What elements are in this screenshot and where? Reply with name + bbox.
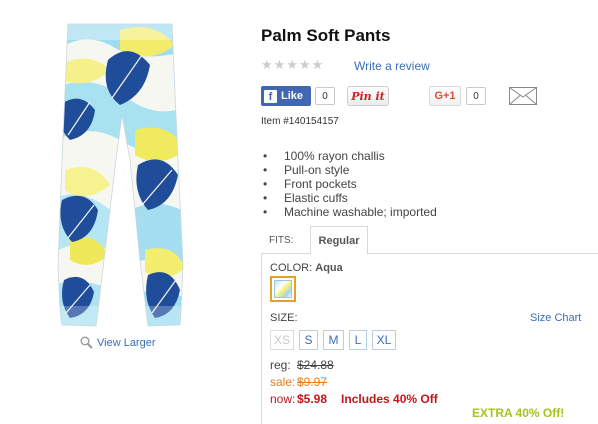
- write-review-link[interactable]: Write a review: [354, 59, 430, 73]
- list-item: 100% rayon challis: [263, 149, 437, 163]
- product-details: Palm Soft Pants ★ ★ ★ ★ ★ Write a review…: [261, 0, 598, 424]
- sale-value: $9.97: [297, 375, 328, 389]
- facebook-icon: f: [264, 89, 277, 103]
- rating-stars: ★ ★ ★ ★ ★: [261, 58, 323, 71]
- color-label: COLOR: Aqua: [270, 262, 343, 274]
- view-larger-label: View Larger: [97, 336, 156, 349]
- size-chart-link[interactable]: Size Chart: [530, 312, 581, 324]
- list-item: Machine washable; imported: [263, 205, 437, 219]
- product-image[interactable]: [50, 10, 190, 330]
- list-item: Pull-on style: [263, 163, 437, 177]
- sale-label: sale:: [270, 375, 296, 389]
- size-m-button[interactable]: M: [323, 330, 344, 350]
- item-number: Item #140154157: [261, 116, 339, 127]
- google-plus-button[interactable]: G+1: [429, 86, 461, 106]
- fits-label: FITS:: [269, 235, 294, 246]
- magnifier-icon: [80, 336, 93, 349]
- star-icon: ★: [273, 57, 286, 72]
- email-icon[interactable]: [509, 87, 537, 105]
- star-icon: ★: [286, 57, 298, 72]
- size-label: SIZE:: [270, 312, 298, 324]
- fit-tabs: FITS: Regular: [261, 226, 598, 255]
- size-xl-button[interactable]: XL: [372, 330, 396, 350]
- gplus-count: 0: [466, 87, 486, 105]
- now-value: $5.98: [297, 392, 328, 406]
- star-icon: ★: [298, 57, 311, 72]
- like-count: 0: [315, 87, 335, 105]
- color-swatch-aqua[interactable]: [270, 276, 296, 302]
- swatch-image: [274, 280, 292, 298]
- discount-note: Includes 40% Off: [341, 392, 438, 406]
- now-label: now:: [270, 392, 296, 406]
- size-l-button[interactable]: L: [349, 330, 367, 350]
- size-xs-button[interactable]: XS: [270, 330, 294, 350]
- product-title: Palm Soft Pants: [261, 26, 391, 45]
- facebook-like-button[interactable]: f Like: [261, 86, 311, 106]
- color-label-text: COLOR:: [270, 262, 313, 274]
- view-larger-link[interactable]: View Larger: [80, 336, 156, 349]
- current-price: now: $5.98 Includes 40% Off: [270, 392, 438, 406]
- reg-value: $24.88: [297, 358, 334, 372]
- options-panel: COLOR: Aqua SIZE: Size Chart XS S M L XL…: [261, 254, 598, 424]
- tab-regular[interactable]: Regular: [310, 226, 368, 255]
- promo-badge: EXTRA 40% Off!: [472, 406, 565, 420]
- list-item: Front pockets: [263, 177, 437, 191]
- size-s-button[interactable]: S: [299, 330, 318, 350]
- regular-price: reg: $24.88: [270, 358, 334, 372]
- star-icon: ★: [261, 57, 273, 72]
- social-share-bar: f Like 0 Pin it G+1 0: [261, 86, 598, 106]
- reg-label: reg:: [270, 358, 291, 372]
- like-label: Like: [281, 90, 304, 102]
- list-item: Elastic cuffs: [263, 191, 437, 205]
- sale-price: sale: $9.97: [270, 375, 327, 389]
- selected-color: Aqua: [315, 262, 343, 274]
- pinterest-pin-button[interactable]: Pin it: [347, 86, 389, 106]
- feature-list: 100% rayon challis Pull-on style Front p…: [263, 149, 437, 219]
- star-icon: ★: [311, 57, 324, 72]
- size-options: XS S M L XL: [270, 330, 396, 350]
